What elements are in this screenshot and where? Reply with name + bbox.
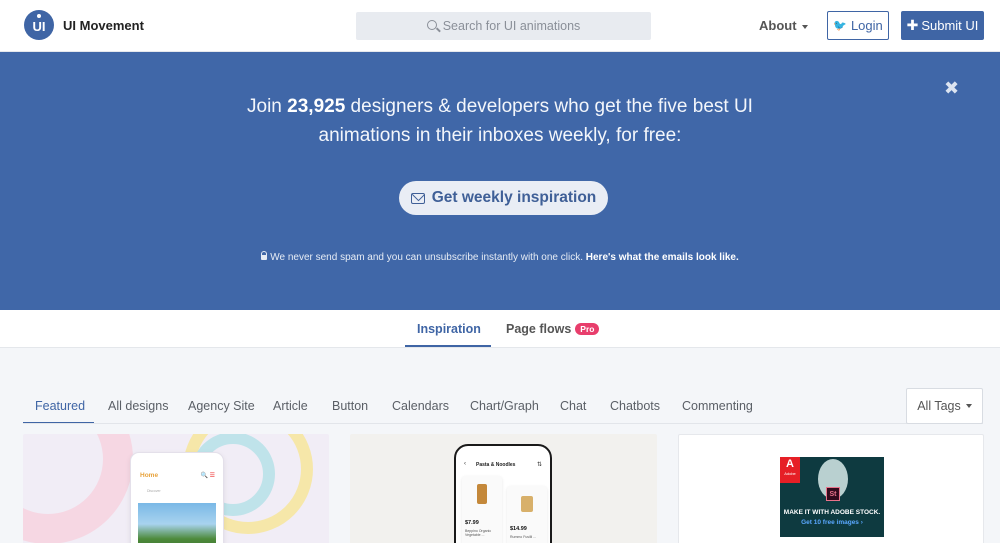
product-image	[477, 484, 487, 504]
cta-label: Get weekly inspiration	[431, 189, 597, 206]
category-button[interactable]: Button	[332, 399, 368, 413]
category-commenting[interactable]: Commenting	[682, 399, 753, 413]
caret-down-icon	[965, 404, 972, 408]
plus-icon: ✚	[906, 17, 919, 33]
category-filter: Featured All designs Agency Site Article…	[23, 388, 923, 424]
ad-card[interactable]: A Adobe St MAKE IT WITH ADOBE STOCK. Get…	[678, 434, 984, 543]
subscriber-count: 23,925	[287, 96, 346, 117]
adobe-logo-text: Adobe	[784, 471, 796, 476]
phone-mockup: Home 🔍 ☰ Discover	[130, 452, 224, 543]
logo-text: UI	[32, 19, 46, 34]
emails-preview-link[interactable]: Here's what the emails look like.	[586, 252, 739, 263]
category-chat[interactable]: Chat	[560, 399, 586, 413]
tab-page-flows-label: Page flows	[506, 322, 572, 336]
all-tags-dropdown[interactable]: All Tags	[906, 388, 983, 424]
product-item: $14.99 Rummo Fusilli ...	[507, 486, 547, 543]
note-text: We never send spam and you can unsubscri…	[270, 252, 586, 263]
screen-title: Home	[140, 472, 159, 479]
product-desc: Beppino Organic Vegetable ...	[465, 529, 492, 537]
ad-link[interactable]: Get 10 free images ›	[780, 519, 884, 526]
category-chatbots[interactable]: Chatbots	[610, 399, 660, 413]
phone-mockup: ‹ Pasta & Noodles ⇅ $7.99 Beppino Organi…	[454, 444, 552, 543]
category-featured[interactable]: Featured	[35, 399, 85, 413]
login-label: Login	[850, 18, 883, 33]
search-icon	[426, 20, 437, 30]
section-tabs: Inspiration Page flows Pro	[0, 310, 1000, 348]
design-card[interactable]: ‹ Pasta & Noodles ⇅ $7.99 Beppino Organi…	[350, 434, 657, 543]
close-icon[interactable]: ✖	[944, 78, 959, 99]
twitter-icon: 🐦	[833, 20, 847, 32]
category-calendars[interactable]: Calendars	[392, 399, 449, 413]
adobe-stock-ad[interactable]: A Adobe St MAKE IT WITH ADOBE STOCK. Get…	[780, 457, 884, 537]
product-image	[521, 496, 533, 512]
login-button[interactable]: 🐦 Login	[827, 11, 889, 40]
back-icon: ‹	[464, 461, 466, 467]
adobe-logo-mark: A	[786, 458, 794, 470]
caret-down-icon	[801, 24, 808, 29]
about-menu[interactable]: About	[759, 18, 808, 33]
tab-inspiration[interactable]: Inspiration	[417, 322, 481, 336]
submit-ui-button[interactable]: ✚ Submit UI	[901, 11, 984, 40]
submit-label: Submit UI	[921, 18, 979, 33]
search-placeholder: Search for UI animations	[442, 19, 581, 33]
brand-name[interactable]: UI Movement	[63, 18, 144, 33]
adobe-logo: A Adobe	[780, 457, 800, 483]
search-input[interactable]: Search for UI animations	[356, 12, 651, 40]
about-label: About	[759, 18, 797, 33]
product-desc: Rummo Fusilli ...	[510, 535, 537, 539]
tab-page-flows[interactable]: Page flows Pro	[506, 322, 600, 336]
logo[interactable]: UI	[24, 10, 54, 40]
screen-icons: 🔍 ☰	[200, 473, 215, 479]
get-inspiration-button[interactable]: Get weekly inspiration	[399, 181, 608, 215]
category-all-designs[interactable]: All designs	[108, 399, 168, 413]
filter-icon: ⇅	[536, 462, 542, 468]
category-agency-site[interactable]: Agency Site	[188, 399, 255, 413]
spam-note: We never send spam and you can unsubscri…	[150, 251, 850, 263]
active-tab-indicator	[405, 345, 491, 347]
banner-headline: Join 23,925 designers & developers who g…	[200, 92, 800, 150]
all-tags-label: All Tags	[917, 399, 961, 413]
top-navbar: UI UI Movement Search for UI animations …	[0, 0, 1000, 52]
lock-icon	[261, 251, 268, 260]
category-divider	[23, 423, 983, 424]
headline-pre: Join	[247, 96, 288, 117]
newsletter-banner: ✖ Join 23,925 designers & developers who…	[0, 52, 1000, 310]
pro-badge: Pro	[575, 323, 600, 335]
envelope-icon	[410, 192, 425, 204]
logo-dot	[37, 14, 41, 18]
category-chart-graph[interactable]: Chart/Graph	[470, 399, 539, 413]
stock-logo: St	[826, 487, 840, 501]
product-price: $7.99	[465, 520, 479, 526]
ad-headline: MAKE IT WITH ADOBE STOCK.	[783, 509, 881, 516]
screen-subtitle: Discover	[147, 489, 161, 493]
screen-title: Pasta & Noodles	[476, 462, 516, 468]
category-article[interactable]: Article	[273, 399, 308, 413]
design-card[interactable]: Home 🔍 ☰ Discover	[23, 434, 329, 543]
headline-post: designers & developers who get the five …	[318, 96, 753, 146]
landscape-photo	[138, 503, 216, 543]
decorative-arc	[23, 434, 133, 543]
product-item: $7.99 Beppino Organic Vegetable ...	[462, 476, 502, 543]
product-price: $14.99	[510, 526, 527, 532]
